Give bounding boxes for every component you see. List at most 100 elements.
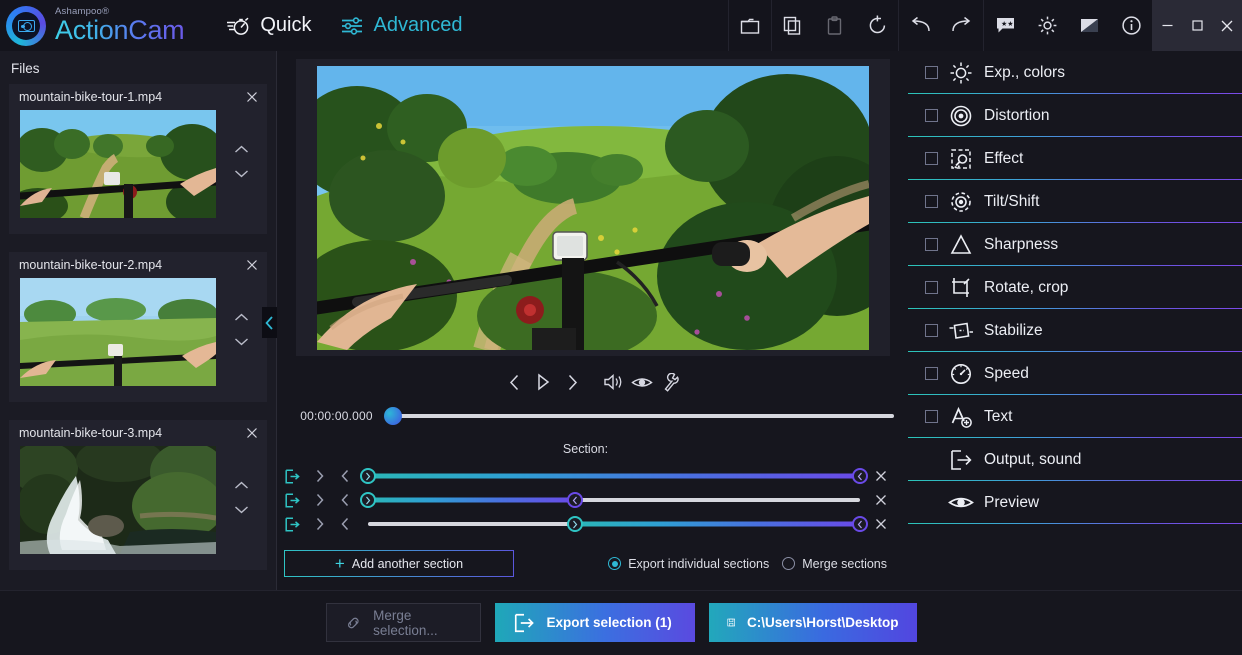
- theme-button[interactable]: [1068, 0, 1110, 51]
- section-jump-end-button[interactable]: [307, 493, 332, 507]
- range-end-handle[interactable]: [852, 516, 868, 532]
- minimize-button[interactable]: [1152, 0, 1182, 51]
- preview-toggle-button[interactable]: [628, 366, 657, 398]
- section-jump-start-button[interactable]: [332, 517, 357, 531]
- output-path-label: C:\Users\Horst\Desktop: [747, 615, 899, 630]
- delete-section-button[interactable]: [868, 470, 894, 482]
- info-button[interactable]: [1110, 0, 1152, 51]
- list-item[interactable]: mountain-bike-tour-1.mp4: [9, 84, 267, 234]
- sidebar-item-output-sound[interactable]: Output, sound: [908, 438, 1242, 481]
- add-section-button[interactable]: + Add another section: [284, 550, 514, 577]
- play-button[interactable]: [529, 366, 558, 398]
- radio-export-individual[interactable]: Export individual sections: [608, 557, 769, 571]
- next-frame-button[interactable]: [558, 366, 587, 398]
- open-folder-button[interactable]: [729, 0, 771, 51]
- export-selection-button[interactable]: Export selection (1): [495, 603, 695, 642]
- checkbox[interactable]: [925, 66, 938, 79]
- remove-file-button[interactable]: [241, 254, 263, 276]
- sections-footer: + Add another section Export individual …: [277, 550, 894, 577]
- copy-button[interactable]: [772, 0, 814, 51]
- sidebar-item-effect[interactable]: Effect: [908, 137, 1242, 180]
- delete-section-button[interactable]: [868, 518, 894, 530]
- checkbox[interactable]: [925, 367, 938, 380]
- checkbox[interactable]: [925, 195, 938, 208]
- checkbox[interactable]: [925, 324, 938, 337]
- tab-quick[interactable]: Quick: [226, 14, 311, 37]
- sidebar-item-text[interactable]: Text: [908, 395, 1242, 438]
- chevron-right-icon: [315, 517, 325, 531]
- section-range-slider[interactable]: [368, 514, 860, 534]
- range-start-handle[interactable]: [360, 468, 376, 484]
- timeline-scrubber[interactable]: [393, 414, 894, 418]
- gear-icon: [1037, 15, 1058, 36]
- range-start-handle[interactable]: [360, 492, 376, 508]
- link-icon: [345, 613, 362, 633]
- remove-file-button[interactable]: [241, 422, 263, 444]
- section-jump-end-button[interactable]: [307, 517, 332, 531]
- undo-button[interactable]: [899, 0, 941, 51]
- feedback-button[interactable]: ★★: [984, 0, 1026, 51]
- move-down-button[interactable]: [229, 498, 255, 520]
- list-item[interactable]: mountain-bike-tour-3.mp4: [9, 420, 267, 570]
- merge-selection-button[interactable]: Merge selection...: [326, 603, 481, 642]
- checkbox[interactable]: [925, 238, 938, 251]
- reset-button[interactable]: [856, 0, 898, 51]
- file-name: mountain-bike-tour-3.mp4: [19, 426, 241, 440]
- section-range-slider[interactable]: [368, 490, 860, 510]
- move-down-button[interactable]: [229, 330, 255, 352]
- sidebar-item-distortion[interactable]: Distortion: [908, 94, 1242, 137]
- previous-frame-button[interactable]: [500, 366, 529, 398]
- chevron-right-icon: [315, 469, 325, 483]
- chevron-right-icon: [315, 493, 325, 507]
- range-end-handle[interactable]: [567, 492, 583, 508]
- tab-advanced[interactable]: Advanced: [341, 14, 462, 37]
- section-jump-end-button[interactable]: [307, 469, 332, 483]
- sidebar-item-rotate-crop[interactable]: Rotate, crop: [908, 266, 1242, 309]
- list-item[interactable]: mountain-bike-tour-2.mp4: [9, 252, 267, 402]
- range-end-handle[interactable]: [852, 468, 868, 484]
- move-up-button[interactable]: [229, 474, 255, 496]
- checkbox[interactable]: [925, 152, 938, 165]
- toolbar-edit-group: [772, 0, 898, 51]
- timeline-row: 00:00:00.000: [277, 402, 908, 430]
- radio-merge-sections[interactable]: Merge sections: [782, 557, 887, 571]
- move-up-button[interactable]: [229, 306, 255, 328]
- export-section-button[interactable]: [277, 517, 307, 532]
- close-button[interactable]: [1212, 0, 1242, 51]
- section-range-slider[interactable]: [368, 466, 860, 486]
- output-path-button[interactable]: C:\Users\Horst\Desktop: [709, 603, 917, 642]
- chevron-left-icon: [265, 316, 274, 330]
- sidebar-item-stabilize[interactable]: Stabilize: [908, 309, 1242, 352]
- sidebar-item-sharpness[interactable]: Sharpness: [908, 223, 1242, 266]
- collapse-files-panel-button[interactable]: [262, 307, 277, 338]
- section-jump-start-button[interactable]: [332, 469, 357, 483]
- stopwatch-icon: [226, 15, 251, 37]
- paste-button[interactable]: [814, 0, 856, 51]
- radio-label: Export individual sections: [628, 557, 769, 571]
- move-up-button[interactable]: [229, 138, 255, 160]
- remove-file-button[interactable]: [241, 86, 263, 108]
- sidebar-item-speed[interactable]: Speed: [908, 352, 1242, 395]
- checkbox[interactable]: [925, 281, 938, 294]
- range-start-handle[interactable]: [567, 516, 583, 532]
- volume-button[interactable]: [599, 366, 628, 398]
- sidebar-item-label: Text: [984, 408, 1012, 426]
- move-down-button[interactable]: [229, 162, 255, 184]
- delete-section-button[interactable]: [868, 494, 894, 506]
- add-section-label: Add another section: [352, 557, 463, 571]
- section-jump-start-button[interactable]: [332, 493, 357, 507]
- redo-button[interactable]: [941, 0, 983, 51]
- video-preview-container[interactable]: [296, 59, 890, 356]
- sidebar-item-tilt-shift[interactable]: Tilt/Shift: [908, 180, 1242, 223]
- settings-button[interactable]: [1026, 0, 1068, 51]
- tools-button[interactable]: [657, 366, 686, 398]
- sidebar-item-preview[interactable]: Preview: [908, 481, 1242, 524]
- sidebar-item-exp-colors[interactable]: Exp., colors: [908, 51, 1242, 94]
- svg-text:★★: ★★: [1001, 20, 1014, 28]
- checkbox[interactable]: [925, 410, 938, 423]
- export-section-button[interactable]: [277, 493, 307, 508]
- timeline-playhead-handle[interactable]: [384, 407, 402, 425]
- checkbox[interactable]: [925, 109, 938, 122]
- export-section-button[interactable]: [277, 469, 307, 484]
- maximize-button[interactable]: [1182, 0, 1212, 51]
